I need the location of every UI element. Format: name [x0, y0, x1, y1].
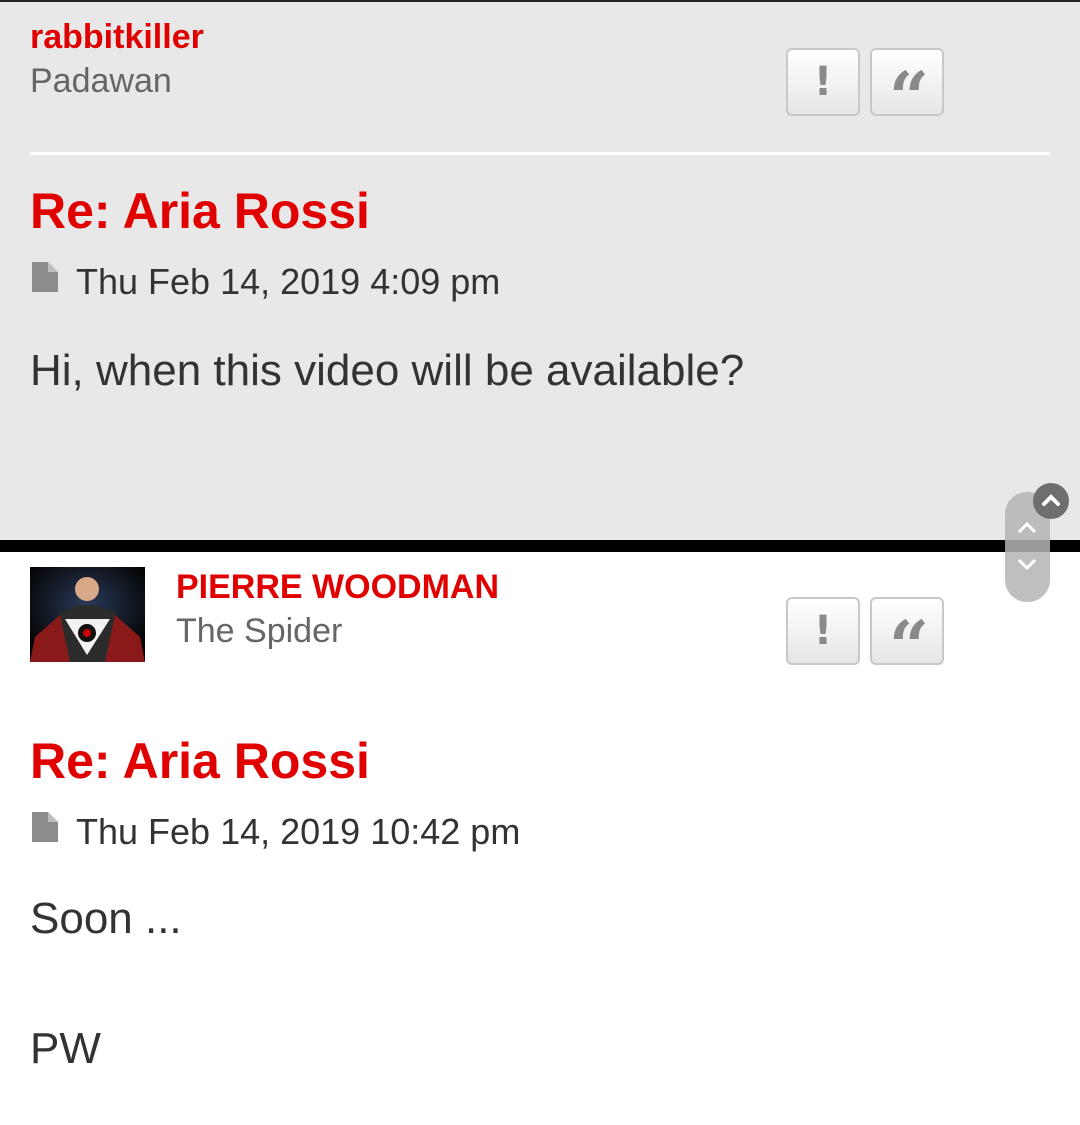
exclamation-icon: ! [813, 608, 833, 654]
quote-button[interactable]: “ [870, 597, 944, 688]
post-file-icon[interactable] [30, 810, 60, 853]
post-rabbitkiller: rabbitkiller Padawan ! “ Re: Aria Rossi … [0, 0, 1080, 540]
post-meta: Thu Feb 14, 2019 10:42 pm [30, 810, 520, 853]
scroll-to-top-button[interactable] [1033, 483, 1069, 519]
quote-icon: “ [888, 56, 929, 139]
post-content-line: Soon ... [30, 894, 182, 943]
report-button[interactable]: ! [786, 597, 860, 665]
quote-icon: “ [888, 605, 929, 688]
post-separator [0, 540, 1080, 552]
post-content-signature: PW [30, 1024, 101, 1073]
post-author-username[interactable]: PIERRE WOODMAN [176, 568, 499, 607]
post-content: Hi, when this video will be available? [30, 346, 745, 395]
chevron-up-icon [1042, 494, 1060, 506]
post-author-username[interactable]: rabbitkiller [30, 18, 204, 57]
post-file-icon[interactable] [30, 260, 60, 303]
post-title[interactable]: Re: Aria Rossi [30, 732, 370, 790]
post-timestamp: Thu Feb 14, 2019 4:09 pm [76, 260, 501, 302]
post-header-divider [30, 152, 1050, 155]
post-actions: ! “ [786, 597, 944, 688]
avatar[interactable] [30, 567, 145, 662]
quote-button[interactable]: “ [870, 48, 944, 139]
exclamation-icon: ! [813, 59, 833, 105]
post-actions: ! “ [786, 48, 944, 139]
post-title[interactable]: Re: Aria Rossi [30, 182, 370, 240]
post-pierre-woodman: PIERRE WOODMAN The Spider ! “ Re: Aria R… [0, 552, 1080, 1125]
post-meta: Thu Feb 14, 2019 4:09 pm [30, 260, 500, 303]
scroll-down-icon [1017, 558, 1037, 571]
report-button[interactable]: ! [786, 48, 860, 116]
post-author-rank: Padawan [30, 62, 172, 100]
post-author-rank: The Spider [176, 612, 343, 650]
scroll-up-icon [1017, 521, 1037, 534]
post-timestamp: Thu Feb 14, 2019 10:42 pm [76, 810, 521, 852]
